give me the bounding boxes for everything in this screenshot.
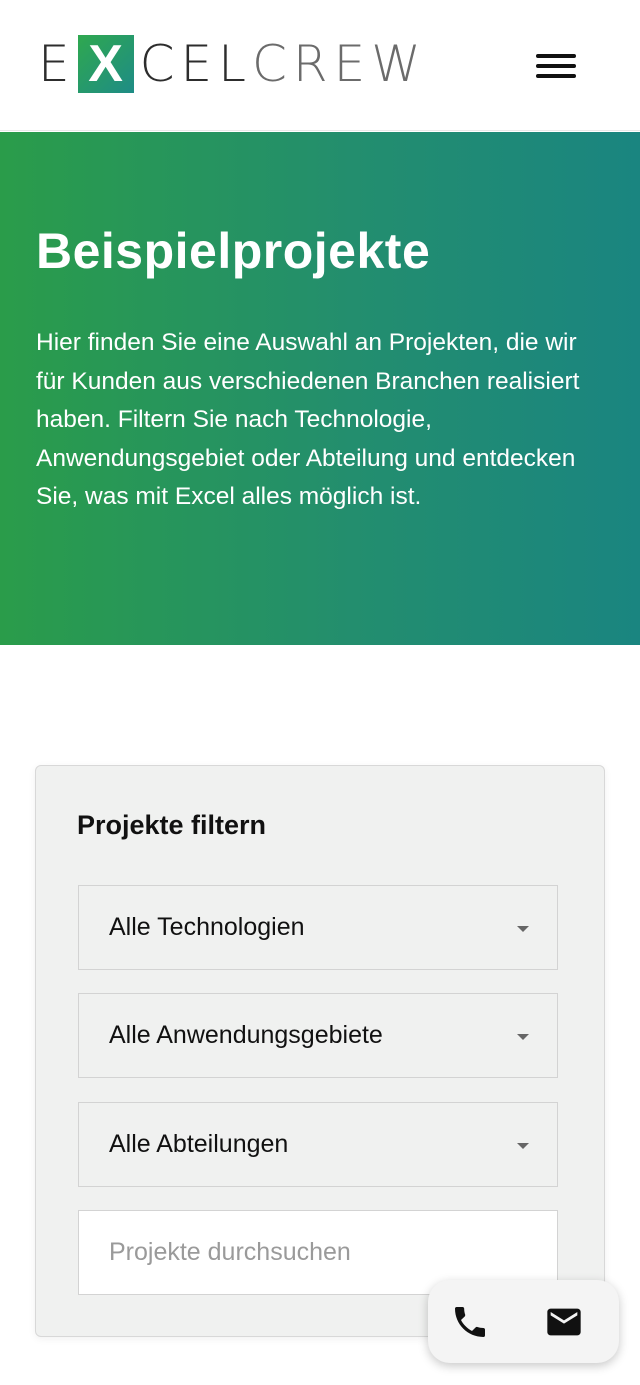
project-filter-panel: Projekte filtern Alle Technologien Alle … — [35, 765, 605, 1337]
logo-x-box: X — [77, 35, 134, 93]
filter-title: Projekte filtern — [77, 810, 267, 840]
menu-bar — [536, 74, 576, 78]
logo-letter-e: E — [38, 35, 76, 93]
technology-select-value: Alle Technologien — [109, 913, 305, 941]
hero-section: Beispielprojekte Hier finden Sie eine Au… — [0, 132, 640, 645]
hamburger-menu-icon[interactable] — [536, 52, 576, 80]
menu-bar — [536, 64, 576, 68]
logo-text-cel: CEL — [139, 35, 252, 93]
page-title: Beispielprojekte — [36, 223, 431, 279]
menu-bar — [536, 54, 576, 58]
mail-icon[interactable] — [544, 1302, 584, 1342]
logo-text-crew: CREW — [251, 35, 427, 93]
phone-icon[interactable] — [450, 1302, 490, 1342]
department-select-value: Alle Abteilungen — [109, 1130, 289, 1158]
contact-floating-bar — [428, 1280, 619, 1363]
chevron-down-icon — [517, 1143, 529, 1149]
site-header: E X CEL CREW — [0, 0, 640, 131]
hero-description: Hier finden Sie eine Auswahl an Projekte… — [36, 329, 580, 511]
excelcrew-logo[interactable]: E X CEL CREW — [38, 34, 427, 94]
application-area-select-value: Alle Anwendungsgebiete — [109, 1021, 383, 1049]
application-area-select[interactable]: Alle Anwendungsgebiete — [78, 993, 558, 1078]
technology-select[interactable]: Alle Technologien — [78, 885, 558, 970]
chevron-down-icon — [517, 1034, 529, 1040]
chevron-down-icon — [517, 926, 529, 932]
department-select[interactable]: Alle Abteilungen — [78, 1102, 558, 1187]
